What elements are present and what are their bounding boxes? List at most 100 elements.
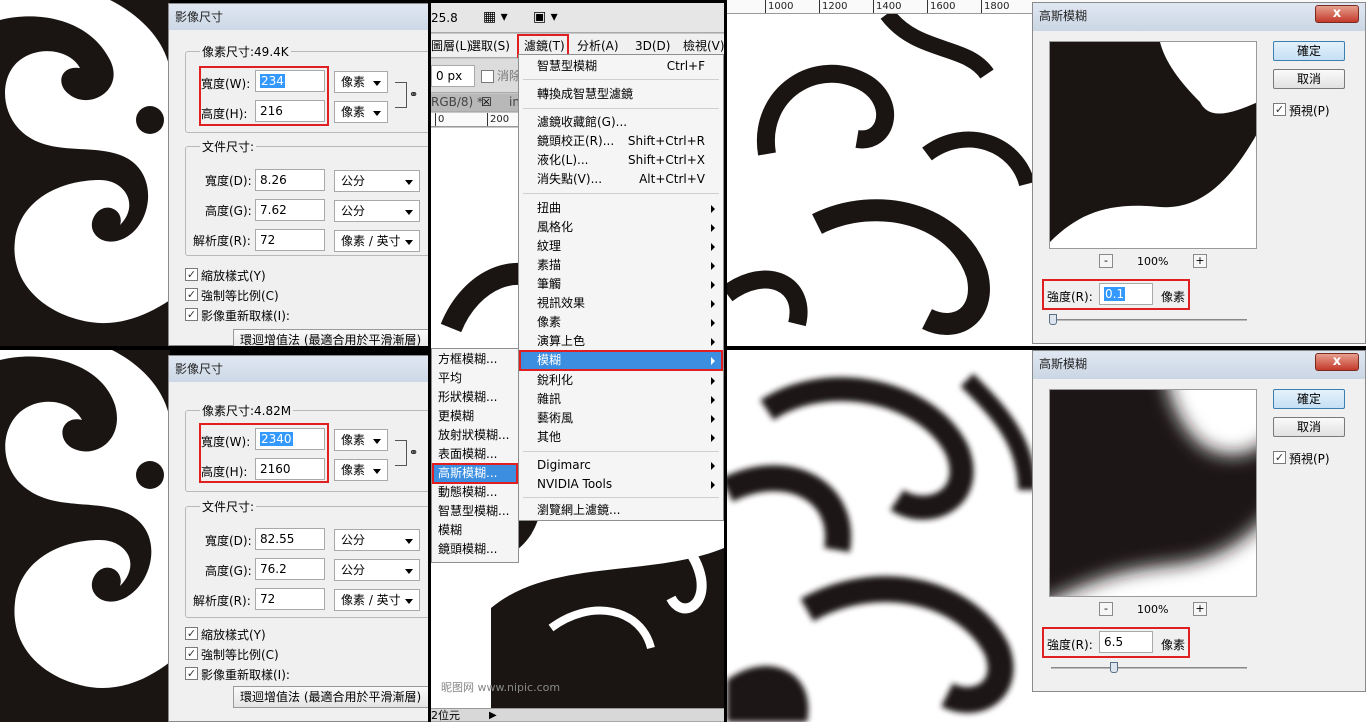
tab-close-icon[interactable]: ☒ — [481, 93, 492, 112]
filter-menu-item[interactable]: 扭曲 — [519, 199, 723, 218]
blur-submenu-item[interactable]: 更模糊 — [432, 407, 518, 426]
radius-input[interactable]: 6.5 — [1099, 631, 1153, 653]
doc-height-unit-select[interactable]: 公分 — [334, 559, 420, 581]
cancel-button[interactable]: 取消 — [1273, 69, 1345, 89]
constrain-label: 強制等比例(C) — [201, 289, 279, 303]
zoom-readout[interactable]: 25.8 — [431, 9, 458, 28]
constrain-link-bracket — [395, 440, 407, 466]
image-size-dialog: 影像尺寸 像素尺寸:4.82M 寬度(W): 2340 像素 高度(H): 21… — [168, 355, 428, 722]
doc-height-input[interactable]: 76.2 — [255, 558, 325, 580]
preview-checkbox[interactable]: ✓ — [1273, 103, 1286, 116]
doc-width-input[interactable]: 8.26 — [255, 169, 325, 191]
resolution-unit-select[interactable]: 像素 / 英寸 — [334, 589, 420, 611]
doc-width-unit-select[interactable]: 公分 — [334, 529, 420, 551]
width-input[interactable]: 2340 — [255, 428, 325, 450]
zoom-level: 100% — [1137, 603, 1169, 616]
blur-submenu-item[interactable]: 表面模糊... — [432, 445, 518, 464]
preview-checkbox[interactable]: ✓ — [1273, 451, 1286, 464]
cancel-button[interactable]: 取消 — [1273, 417, 1345, 437]
options-value-input[interactable]: 0 px — [431, 65, 475, 87]
menu-select[interactable]: 選取(S) — [469, 37, 510, 56]
filter-menu-item[interactable]: 素描 — [519, 256, 723, 275]
gaussian-blur-dialog: 高斯模糊 x - 100% + 確定 取消 ✓ 預視(P) 強度(R): 0.1… — [1032, 2, 1366, 344]
filter-menu-item[interactable]: 其他 — [519, 428, 723, 447]
width-input[interactable]: 234 — [255, 70, 325, 92]
resample-label: 影像重新取樣(I): — [201, 309, 290, 323]
ok-button[interactable]: 確定 — [1273, 41, 1345, 61]
zoom-out-button[interactable]: - — [1099, 254, 1113, 268]
filter-menu-item[interactable]: 銳利化 — [519, 371, 723, 390]
height-input[interactable]: 216 — [255, 100, 325, 122]
resolution-unit-select[interactable]: 像素 / 英寸 — [334, 230, 420, 252]
filter-menu-item[interactable]: 風格化 — [519, 218, 723, 237]
filter-menu-item[interactable]: 紋理 — [519, 237, 723, 256]
resample-checkbox[interactable]: ✓ — [185, 667, 198, 680]
zoom-out-button[interactable]: - — [1099, 602, 1113, 616]
resolution-input[interactable]: 72 — [255, 229, 325, 251]
radius-slider-thumb[interactable] — [1109, 662, 1118, 673]
filter-menu-item[interactable]: 藝術風 — [519, 409, 723, 428]
blur-submenu-item-gaussian[interactable]: 高斯模糊... — [432, 464, 518, 483]
resample-checkbox[interactable]: ✓ — [185, 308, 198, 321]
radius-input[interactable]: 0.1 — [1099, 283, 1153, 305]
menu-separator — [523, 451, 719, 452]
blur-submenu-item[interactable]: 形狀模糊... — [432, 388, 518, 407]
blur-submenu-item[interactable]: 放射狀模糊... — [432, 426, 518, 445]
resample-method-select[interactable]: 環迴增值法 (最適合用於平滑漸層) — [233, 686, 428, 708]
blur-submenu-item[interactable]: 模糊 — [432, 521, 518, 540]
menu-layer[interactable]: 圖層(L) — [431, 37, 471, 56]
blur-submenu-item[interactable]: 智慧型模糊... — [432, 502, 518, 521]
scale-styles-checkbox[interactable]: ✓ — [185, 627, 198, 640]
filter-menu-item[interactable]: NVIDIA Tools — [519, 475, 723, 494]
ok-button[interactable]: 確定 — [1273, 389, 1345, 409]
status-arrow-icon[interactable]: ▶ — [489, 706, 497, 722]
radius-slider-track[interactable] — [1051, 319, 1247, 321]
height-unit-select[interactable]: 像素 — [334, 459, 388, 481]
filter-menu-item[interactable]: 演算上色 — [519, 332, 723, 351]
blur-submenu-item[interactable]: 平均 — [432, 369, 518, 388]
close-button[interactable]: x — [1315, 353, 1359, 371]
screen-mode-icon[interactable]: ▣ ▾ — [533, 8, 558, 27]
scale-styles-checkbox[interactable]: ✓ — [185, 268, 198, 281]
arrange-docs-icon[interactable]: ▦ ▾ — [483, 8, 508, 27]
filter-menu-item[interactable]: 濾鏡收藏館(G)... — [519, 113, 723, 132]
filter-menu-item[interactable]: 鏡頭校正(R)... Shift+Ctrl+R — [519, 132, 723, 151]
radius-slider-thumb[interactable] — [1049, 314, 1057, 325]
filter-menu-item-blur[interactable]: 模糊 — [519, 351, 723, 370]
width-unit-select[interactable]: 像素 — [334, 71, 388, 93]
radius-slider-track[interactable] — [1051, 667, 1247, 669]
doc-height-unit-select[interactable]: 公分 — [334, 200, 420, 222]
preview-window[interactable] — [1049, 41, 1257, 249]
filter-menu-item[interactable]: 消失點(V)... Alt+Ctrl+V — [519, 170, 723, 189]
preview-window[interactable] — [1049, 389, 1257, 597]
filter-menu-item[interactable]: 液化(L)... Shift+Ctrl+X — [519, 151, 723, 170]
doc-width-input[interactable]: 82.55 — [255, 528, 325, 550]
filter-menu-item[interactable]: 筆觸 — [519, 275, 723, 294]
blur-submenu-item[interactable]: 方框模糊... — [432, 350, 518, 369]
filter-menu-item[interactable]: 轉換成智慧型濾鏡 — [519, 85, 723, 104]
filter-menu-item[interactable]: 雜訊 — [519, 390, 723, 409]
resolution-input[interactable]: 72 — [255, 588, 325, 610]
document-tab[interactable]: RGB/8) * — [431, 93, 483, 112]
constrain-checkbox[interactable]: ✓ — [185, 647, 198, 660]
chain-link-icon: ⚭ — [409, 88, 419, 101]
height-unit-select[interactable]: 像素 — [334, 101, 388, 123]
filter-menu-item[interactable]: 視訊效果 — [519, 294, 723, 313]
width-unit-select[interactable]: 像素 — [334, 429, 388, 451]
zoom-in-button[interactable]: + — [1193, 254, 1207, 268]
doc-width-unit-select[interactable]: 公分 — [334, 170, 420, 192]
filter-menu-item[interactable]: 像素 — [519, 313, 723, 332]
zoom-in-button[interactable]: + — [1193, 602, 1207, 616]
blur-submenu-item[interactable]: 鏡頭模糊... — [432, 540, 518, 559]
menu-separator — [523, 108, 719, 109]
filter-menu-item[interactable]: Digimarc — [519, 456, 723, 475]
blur-submenu-item[interactable]: 動態模糊... — [432, 483, 518, 502]
filter-menu-item[interactable]: 瀏覽網上濾鏡... — [519, 501, 723, 520]
constrain-checkbox[interactable]: ✓ — [185, 288, 198, 301]
options-checkbox[interactable] — [481, 70, 494, 83]
filter-menu-item[interactable]: 智慧型模糊 Ctrl+F — [519, 57, 723, 76]
doc-height-input[interactable]: 7.62 — [255, 199, 325, 221]
height-input[interactable]: 2160 — [255, 458, 325, 480]
close-button[interactable]: x — [1315, 5, 1359, 23]
resample-method-select[interactable]: 環迴增值法 (最適合用於平滑漸層) — [233, 329, 428, 346]
